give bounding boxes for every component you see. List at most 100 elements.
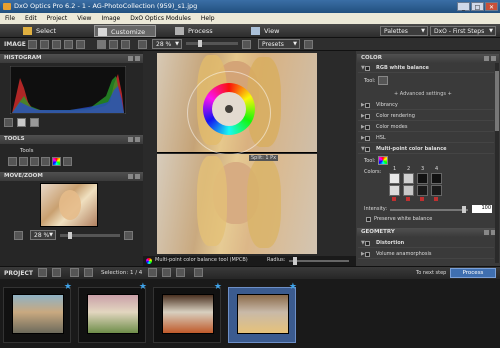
panel-close-icon[interactable] [135,174,140,179]
tab-view[interactable]: View [248,25,298,37]
fit-screen-icon[interactable] [14,231,23,240]
zoom-slider[interactable] [186,42,238,45]
straighten-icon[interactable] [76,40,85,49]
filter-icon[interactable] [70,268,79,277]
color-swatch-2a[interactable] [403,173,414,184]
compare-icon[interactable] [28,40,37,49]
image-viewer[interactable]: Split: 1 Px Multi-point color balance to… [143,51,356,266]
checkbox[interactable] [365,103,370,108]
rotate-left-icon[interactable] [162,268,171,277]
panel-close-icon[interactable] [491,56,496,61]
channel-icon[interactable] [17,118,26,127]
presets-dropdown[interactable]: Presets ▼ [258,39,300,49]
checkbox[interactable] [365,136,370,141]
mpcb-row[interactable]: ▼ Multi-point color balance [358,145,494,154]
zoom-in-icon[interactable] [124,231,133,240]
workspace-dropdown[interactable]: DxO - First Steps ▼ [430,26,496,36]
right-scrollbar-thumb[interactable] [495,71,499,131]
close-button[interactable]: ✕ [485,2,498,11]
preserve-wb-checkbox[interactable] [366,217,371,222]
menu-project[interactable]: Project [42,15,73,22]
menu-file[interactable]: File [0,15,20,22]
sort-icon[interactable] [84,268,93,277]
radius-slider-thumb[interactable] [293,257,297,265]
zoom-field[interactable]: 28 % ▼ [152,39,182,49]
menu-dxo-modules[interactable]: DxO Optics Modules [125,15,196,22]
add-image-icon[interactable] [52,268,61,277]
rotate-right-icon[interactable] [52,40,61,49]
color-remove-icon[interactable] [434,197,438,201]
image-before[interactable] [157,53,317,155]
color-modes-row[interactable]: ▶ Color modes [358,123,494,132]
process-button[interactable]: Process [450,268,496,278]
color-swatch-2b[interactable] [403,185,414,196]
star-filter-icon[interactable] [148,268,157,277]
menu-help[interactable]: Help [196,15,220,22]
project-menu-icon[interactable] [38,268,47,277]
fit-screen-icon[interactable] [138,40,147,49]
exposure-icon[interactable] [30,118,39,127]
thumbnail-size-icon[interactable] [194,268,203,277]
zoom-in-icon[interactable] [242,40,251,49]
minimize-button[interactable]: _ [457,2,470,11]
volume-row[interactable]: ▶ Volume anamorphosis [358,250,494,259]
color-swatch-4a[interactable] [431,173,442,184]
color-remove-icon[interactable] [420,197,424,201]
zoom-slider-thumb[interactable] [198,40,202,47]
intensity-slider[interactable] [390,209,468,211]
color-remove-icon[interactable] [392,197,396,201]
thumbnail-3[interactable]: ★ [153,282,222,343]
eyedropper-icon[interactable] [378,76,388,85]
rotate-right-icon[interactable] [176,268,185,277]
image-after[interactable] [157,154,317,254]
menu-view[interactable]: View [72,15,96,22]
navigator-zoom-thumb[interactable] [68,232,72,239]
tab-customize[interactable]: Customize [94,25,156,37]
panel-menu-icon[interactable] [128,56,133,61]
advanced-settings-toggle[interactable]: + Advanced settings + [394,91,452,97]
pointer-icon[interactable] [97,40,106,49]
checkbox[interactable] [365,114,370,119]
navigator-zoom-field[interactable]: 28 % ▼ [30,230,56,240]
color-rendering-row[interactable]: ▶ Color rendering [358,112,494,121]
panel-menu-icon[interactable] [128,137,133,142]
straighten-tool-icon[interactable] [19,157,28,166]
checkbox[interactable] [365,241,370,246]
panel-close-icon[interactable] [135,56,140,61]
color-swatch-1b[interactable] [389,185,400,196]
distortion-row[interactable]: ▼ Distortion [358,239,494,248]
rgb-wb-checkbox[interactable] [365,66,370,71]
thumbnail-2[interactable]: ★ [78,282,147,343]
vibrancy-row[interactable]: ▶ Vibrancy [358,101,494,110]
mpcb-checkbox[interactable] [365,147,370,152]
rotate-left-icon[interactable] [40,40,49,49]
navigator-thumbnail[interactable] [40,183,98,227]
crop-tool-icon[interactable] [8,157,17,166]
preset-apply-icon[interactable] [304,40,313,49]
color-swatch-3a[interactable] [417,173,428,184]
color-wheel-tool-icon[interactable] [52,157,61,166]
hand-icon[interactable] [109,40,118,49]
palettes-dropdown[interactable]: Palettes ▼ [380,26,428,36]
thumbnail-4-selected[interactable]: ★ [228,282,297,343]
menu-edit[interactable]: Edit [20,15,42,22]
panel-close-icon[interactable] [135,137,140,142]
intensity-value-field[interactable]: 100 [472,205,492,213]
mask-tool-icon[interactable] [41,157,50,166]
zoom-icon[interactable] [121,40,130,49]
thumbnail-1[interactable]: ★ [3,282,72,343]
hsl-row[interactable]: ▶ HSL [358,134,494,143]
color-remove-icon[interactable] [406,197,410,201]
maximize-button[interactable]: □ [471,2,484,11]
panel-menu-icon[interactable] [484,56,489,61]
picker-tool-icon[interactable] [30,157,39,166]
tab-select[interactable]: Select [20,25,82,37]
panel-menu-icon[interactable] [128,174,133,179]
color-wheel-icon[interactable] [378,156,388,165]
rgb-wb-row[interactable]: ▼ RGB white balance [358,64,494,73]
brush-tool-icon[interactable] [63,157,72,166]
color-swatch-1a[interactable] [389,173,400,184]
checkbox[interactable] [365,125,370,130]
color-swatch-4b[interactable] [431,185,442,196]
menu-image[interactable]: Image [96,15,125,22]
